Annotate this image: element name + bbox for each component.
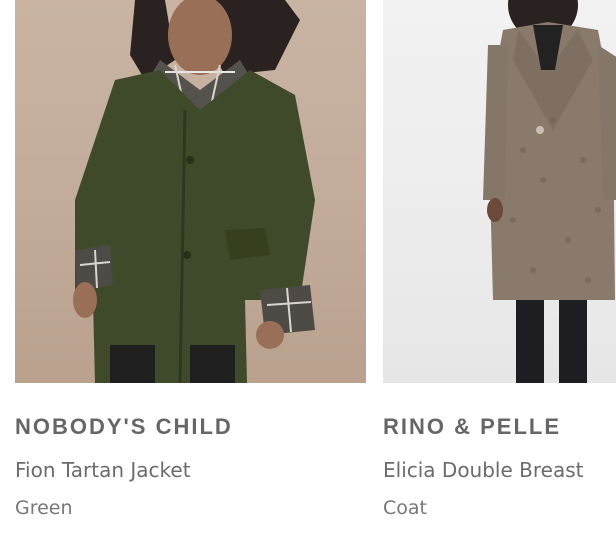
product-name-continued: Coat	[383, 497, 427, 519]
jacket-illustration	[73, 0, 315, 383]
product-grid: NOBODY'S CHILD Fion Tartan Jacket Green	[0, 0, 616, 538]
product-image[interactable]	[15, 0, 366, 383]
product-card[interactable]: NOBODY'S CHILD Fion Tartan Jacket Green	[15, 0, 366, 519]
product-name[interactable]: Fion Tartan Jacket	[15, 458, 191, 482]
product-card[interactable]: RINO & PELLE Elicia Double Breast Coat	[383, 0, 616, 519]
product-brand[interactable]: RINO & PELLE	[383, 414, 561, 440]
coat-illustration	[483, 0, 616, 383]
product-brand[interactable]: NOBODY'S CHILD	[15, 414, 233, 440]
product-color: Green	[15, 497, 73, 519]
product-name[interactable]: Elicia Double Breast	[383, 458, 583, 482]
product-image[interactable]	[383, 0, 616, 383]
